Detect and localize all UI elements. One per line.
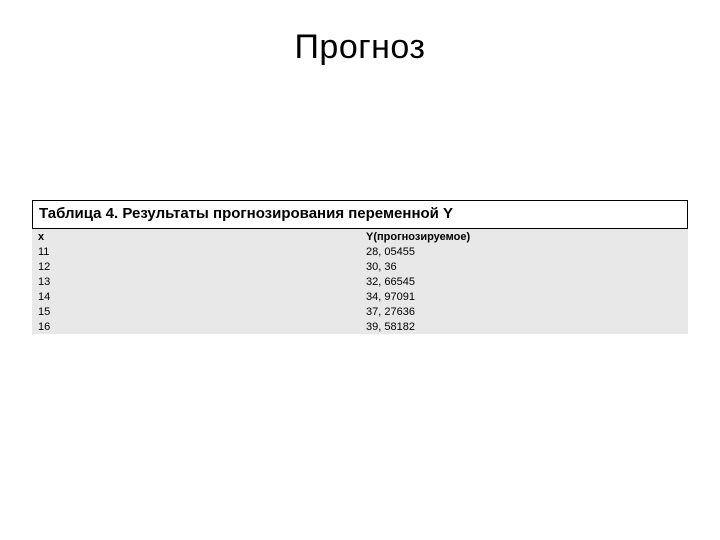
cell-y: 30, 36 (360, 260, 688, 275)
cell-x: 15 (32, 305, 360, 320)
slide: Прогноз Таблица 4. Результаты прогнозиро… (0, 0, 720, 540)
table-row: 14 34, 97091 (32, 290, 688, 305)
table-row: 16 39, 58182 (32, 320, 688, 335)
table-row: 13 32, 66545 (32, 275, 688, 290)
cell-y: 32, 66545 (360, 275, 688, 290)
table-row: 11 28, 05455 (32, 245, 688, 260)
cell-x: 13 (32, 275, 360, 290)
cell-y: 28, 05455 (360, 245, 688, 260)
cell-y: 37, 27636 (360, 305, 688, 320)
cell-y: 34, 97091 (360, 290, 688, 305)
page-title: Прогноз (0, 28, 720, 67)
forecast-table: Таблица 4. Результаты прогнозирования пе… (32, 200, 688, 334)
table-caption: Таблица 4. Результаты прогнозирования пе… (32, 200, 688, 229)
cell-x: 11 (32, 245, 360, 260)
table-header-row: x Y(прогнозируемое) (32, 229, 688, 245)
table-row: 12 30, 36 (32, 260, 688, 275)
table-row: 15 37, 27636 (32, 305, 688, 320)
table-header-x: x (32, 229, 360, 245)
cell-x: 16 (32, 320, 360, 335)
table-header-y: Y(прогнозируемое) (360, 229, 688, 245)
cell-y: 39, 58182 (360, 320, 688, 335)
cell-x: 14 (32, 290, 360, 305)
cell-x: 12 (32, 260, 360, 275)
